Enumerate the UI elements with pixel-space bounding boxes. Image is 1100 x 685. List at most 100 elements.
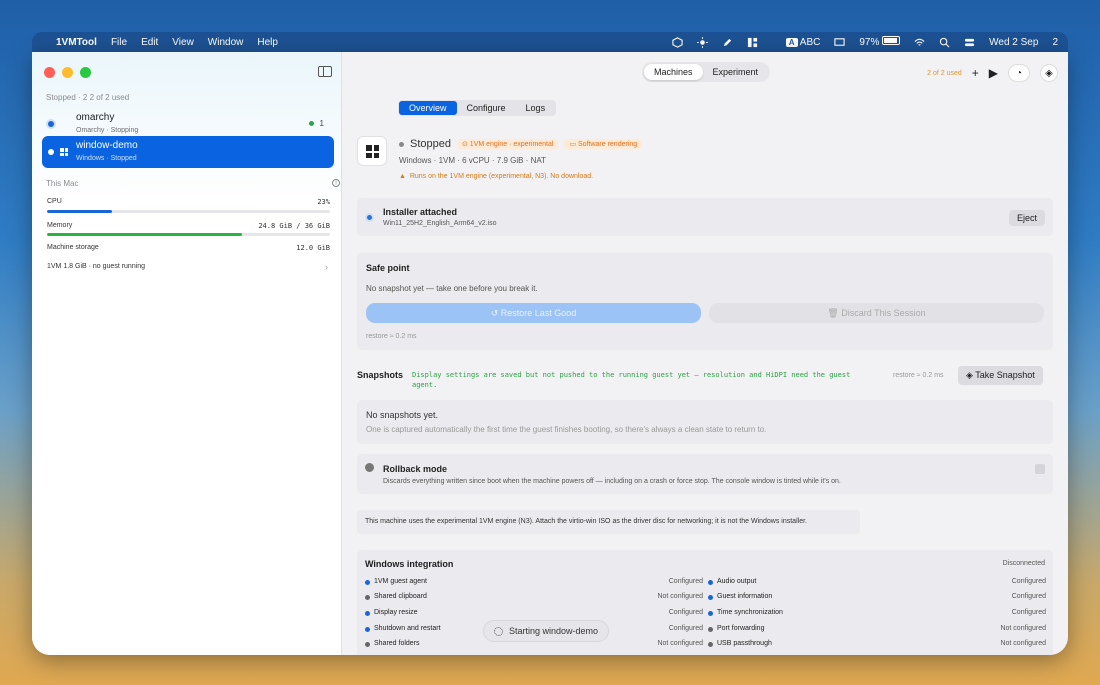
main-content: Machines Experiment 2 of 2 used + ▶ ◔ ◈ …	[342, 52, 1068, 655]
tab-experiment[interactable]: Experiment	[703, 64, 769, 80]
status-toast: Starting window-demo	[483, 620, 610, 642]
menu-window[interactable]: Window	[208, 37, 244, 48]
snapshots-title: Snapshots	[357, 370, 404, 380]
menu-bar: 1VMTool File Edit View Window Help A ABC…	[32, 32, 1068, 52]
add-icon[interactable]: +	[972, 66, 979, 80]
usage-footer[interactable]: 1VM 1.8 GiB · no guest running	[47, 263, 330, 270]
control-center-icon[interactable]	[964, 37, 975, 48]
info-icon[interactable]: i	[332, 179, 340, 187]
tab-machines[interactable]: Machines	[644, 64, 703, 80]
machine-name: omarchy	[76, 112, 115, 123]
integration-label: 1VM guest agent	[374, 578, 427, 585]
toast-text: Starting window-demo	[509, 626, 599, 636]
wifi-icon[interactable]	[914, 37, 925, 48]
clock[interactable]: Wed 2 Sep	[989, 37, 1038, 48]
installer-title: Installer attached	[383, 207, 458, 217]
grid-icon[interactable]	[747, 37, 758, 48]
battery-status[interactable]: 97%	[859, 36, 901, 48]
storage-row: Machine storage 12.0 GiB	[47, 244, 330, 252]
machine-status-dot	[48, 149, 54, 155]
input-source-label: ABC	[799, 36, 821, 48]
cube-icon[interactable]	[672, 36, 683, 48]
integration-label: Time synchronization	[717, 609, 783, 616]
memory-bar	[47, 233, 330, 236]
restore-timing: restore ≈ 0.2 ms	[366, 333, 417, 340]
integration-value: Configured	[668, 609, 703, 616]
spinner-icon	[494, 626, 503, 636]
tab-configure[interactable]: Configure	[457, 101, 516, 115]
integration-label: Shutdown and restart	[374, 625, 441, 632]
sidebar-header: Stopped · 2 2 of 2 used	[46, 93, 130, 102]
search-icon[interactable]	[939, 37, 950, 48]
rendering-badge: ▭ Software rendering	[564, 139, 643, 149]
this-mac-header: This Mac	[46, 179, 79, 188]
rollback-icon	[365, 463, 374, 472]
pen-icon[interactable]	[722, 37, 733, 48]
vm-spec: Windows · 1VM · 6 vCPU · 7.9 GiB · NAT	[399, 156, 546, 165]
menu-app-name[interactable]: 1VMTool	[56, 37, 97, 48]
battery-icon	[882, 36, 901, 45]
chevron-right-icon[interactable]: ›	[325, 262, 328, 272]
tab-overview[interactable]: Overview	[399, 101, 457, 115]
memory-value: 24.8 GiB / 36 GiB	[258, 222, 330, 230]
minimize-button[interactable]	[62, 67, 73, 78]
zoom-button[interactable]	[80, 67, 91, 78]
cpu-label: CPU	[47, 198, 62, 205]
vm-status: Stopped	[399, 138, 451, 150]
machine-sub: Omarchy · Stopping	[76, 127, 139, 134]
cpu-value: 23%	[317, 198, 330, 206]
play-icon[interactable]: ▶	[989, 66, 998, 80]
sidebar-toggle-icon[interactable]	[318, 66, 332, 77]
integration-value: Not configured	[657, 593, 703, 600]
machine-status-dot	[48, 121, 54, 127]
brightness-icon[interactable]	[696, 36, 708, 48]
storage-value: 12.0 GiB	[296, 244, 330, 252]
cpu-bar-fill	[47, 210, 113, 213]
restore-last-good-button[interactable]: ↺ Restore Last Good	[366, 303, 701, 323]
snapshot-restore-timing: restore ≈ 0.2 ms	[893, 372, 944, 379]
disc-icon	[365, 213, 374, 222]
menu-file[interactable]: File	[111, 37, 127, 48]
menu-edit[interactable]: Edit	[141, 37, 158, 48]
snapshots-note: Display settings are saved but not pushe…	[412, 371, 851, 389]
window-controls	[44, 67, 91, 78]
memory-bar-fill	[47, 233, 243, 236]
input-source-badge: A	[785, 37, 798, 47]
snapshots-empty-card: No snapshots yet. One is captured automa…	[357, 400, 1053, 444]
discard-session-button[interactable]: 🗑 Discard This Session	[709, 303, 1044, 323]
clock-trailing: 2	[1052, 36, 1058, 48]
layers-icon[interactable]: ◈	[1040, 64, 1058, 82]
safe-point-desc: No snapshot yet — take one before you br…	[366, 284, 538, 293]
safe-point-title: Safe point	[366, 263, 410, 273]
stage-icon[interactable]	[834, 37, 845, 48]
tab-logs[interactable]: Logs	[516, 101, 556, 115]
engine-badge-label: 1VM engine · experimental	[469, 141, 554, 148]
integration-label: Shared clipboard	[374, 593, 427, 600]
cpu-bar	[47, 210, 330, 213]
engine-note: This machine uses the experimental 1VM e…	[357, 510, 860, 534]
windows-logo-icon	[357, 136, 387, 166]
take-snapshot-button[interactable]: ◈ Take Snapshot	[958, 366, 1043, 385]
input-source[interactable]: A ABC	[785, 36, 821, 48]
integration-value: Configured	[1011, 609, 1046, 616]
eject-button[interactable]: Eject	[1008, 210, 1045, 226]
machine-sub: Windows · Stopped	[76, 155, 137, 162]
safe-point-card: Safe point No snapshot yet — take one be…	[357, 253, 1053, 350]
rollback-checkbox[interactable]	[1035, 464, 1045, 474]
menu-view[interactable]: View	[172, 37, 194, 48]
integration-value: Configured	[1011, 593, 1046, 600]
windows-logo-icon	[60, 148, 68, 156]
toolbar-right: 2 of 2 used + ▶ ◔ ◈	[927, 64, 1058, 82]
speed-menu-icon[interactable]: ◔	[1008, 64, 1030, 82]
close-button[interactable]	[44, 67, 55, 78]
app-window: Stopped · 2 2 of 2 used omarchy Omarchy …	[32, 52, 1068, 655]
integration-label: Display resize	[374, 609, 418, 616]
machine-count: 1	[309, 119, 324, 128]
view-switcher: Machines Experiment	[642, 62, 771, 82]
machine-name: window-demo	[76, 140, 138, 151]
warning-icon: ▲	[399, 173, 406, 180]
rollback-card: Rollback mode Discards everything writte…	[357, 454, 1053, 494]
machine-item-window-demo[interactable]: window-demo Windows · Stopped	[42, 136, 334, 168]
menu-help[interactable]: Help	[257, 37, 278, 48]
integration-label: Shared folders	[374, 640, 420, 647]
